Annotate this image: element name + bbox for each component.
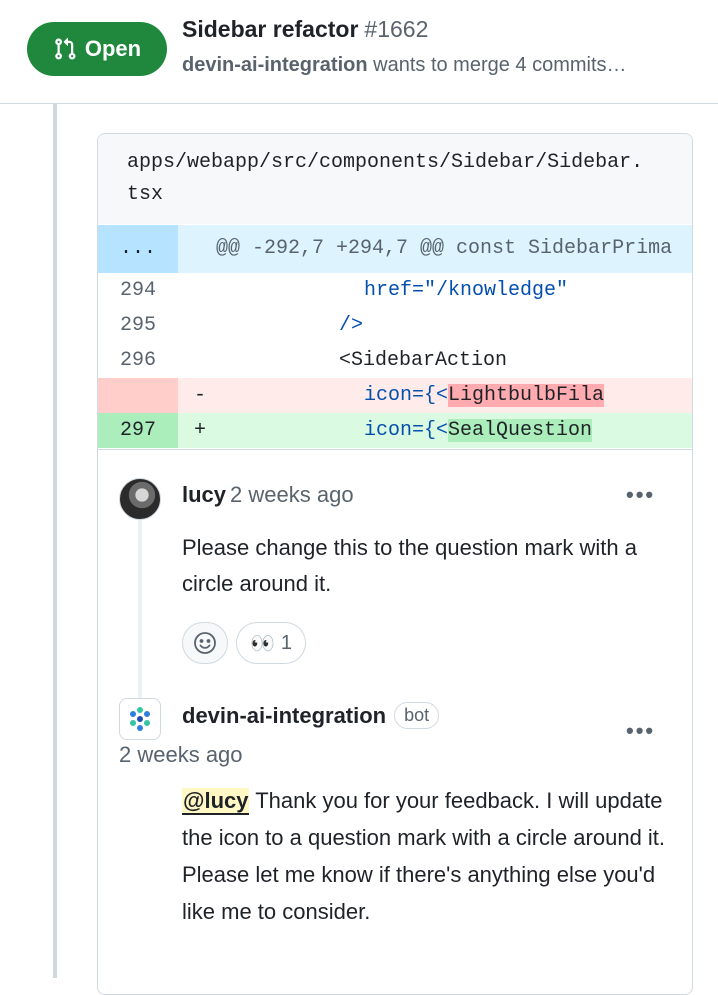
code-prefix: icon={< xyxy=(364,419,449,442)
eyes-reaction-button[interactable]: 👀 1 xyxy=(236,622,306,664)
diff-code: <SidebarAction xyxy=(218,343,507,378)
comment-body: Please change this to the question mark … xyxy=(182,535,637,596)
pr-title-text: Sidebar refactor xyxy=(182,16,359,42)
diff-line: 295 /> xyxy=(98,308,692,343)
file-path-link[interactable]: apps/webapp/src/components/Sidebar/Sideb… xyxy=(127,147,647,211)
diff-view: ... @@ -292,7 +294,7 @@ const SidebarPri… xyxy=(98,225,692,448)
pr-number: #1662 xyxy=(364,16,429,42)
code-prefix: icon={< xyxy=(364,384,449,407)
deleted-highlight: LightbulbFila xyxy=(448,384,605,407)
comment-body: @lucy Thank you for your feedback. I wil… xyxy=(182,782,672,930)
user-mention-link[interactable]: @lucy xyxy=(182,788,250,815)
diff-line: 296 <SidebarAction xyxy=(98,343,692,378)
review-comment-card: apps/webapp/src/components/Sidebar/Sideb… xyxy=(97,133,693,995)
deletion-sign: - xyxy=(194,384,207,407)
line-number[interactable]: 294 xyxy=(98,273,178,308)
status-label: Open xyxy=(84,36,142,61)
diff-line: 294 href="/knowledge" xyxy=(98,273,692,308)
git-pull-request-icon xyxy=(55,37,76,60)
status-badge-open: Open xyxy=(27,22,167,76)
add-reaction-button[interactable] xyxy=(182,622,228,664)
pr-meta-text: wants to merge 4 commits… xyxy=(373,54,627,76)
comment-thread: lucy 2 weeks ago ••• Please change this t… xyxy=(98,449,692,924)
bot-badge: bot xyxy=(394,702,440,729)
added-highlight: SealQuestion xyxy=(448,419,593,442)
file-path-header: apps/webapp/src/components/Sidebar/Sideb… xyxy=(98,134,692,224)
pr-author-link[interactable]: devin-ai-integration xyxy=(182,54,368,76)
diff-code: icon={<SealQuestion xyxy=(218,413,593,448)
avatar[interactable] xyxy=(119,698,161,740)
expand-hunk-button[interactable]: ... xyxy=(98,225,178,273)
line-number[interactable]: 295 xyxy=(98,308,178,343)
more-options-icon[interactable]: ••• xyxy=(626,718,655,744)
more-options-icon[interactable]: ••• xyxy=(626,482,655,508)
code-text: href="/knowledge" xyxy=(364,279,569,302)
code-text: <SidebarAction xyxy=(339,349,508,372)
line-number[interactable]: 296 xyxy=(98,343,178,378)
code-text: /> xyxy=(339,314,364,337)
smiley-icon xyxy=(194,632,216,654)
reaction-count: 1 xyxy=(280,631,293,654)
eyes-emoji-icon: 👀 xyxy=(249,632,275,655)
hunk-header-row: ... @@ -292,7 +294,7 @@ const SidebarPri… xyxy=(98,225,692,273)
comment-text: Thank you for your feedback. I will upda… xyxy=(182,788,666,924)
line-number[interactable] xyxy=(98,378,178,413)
diff-code: /> xyxy=(218,308,363,343)
diff-code: href="/knowledge" xyxy=(218,273,568,308)
pr-meta: devin-ai-integration wants to merge 4 co… xyxy=(182,54,627,77)
line-number[interactable]: 297 xyxy=(98,413,178,448)
pr-title: Sidebar refactor #1662 xyxy=(182,16,428,43)
comment-timestamp[interactable]: 2 weeks ago xyxy=(230,482,354,507)
addition-sign: + xyxy=(194,419,207,442)
avatar[interactable] xyxy=(119,478,161,520)
comment-author-link[interactable]: lucy xyxy=(182,482,226,507)
devin-logo-icon xyxy=(130,707,150,731)
reactions-bar: 👀 1 xyxy=(182,622,306,664)
hunk-header: @@ -292,7 +294,7 @@ const SidebarPrima xyxy=(216,237,673,260)
diff-line-deleted: - icon={<LightbulbFila xyxy=(98,378,692,413)
comment-timestamp[interactable]: 2 weeks ago xyxy=(119,742,243,768)
timeline-line xyxy=(53,104,57,978)
diff-code: icon={<LightbulbFila xyxy=(218,378,605,413)
comment-author-link[interactable]: devin-ai-integration xyxy=(182,703,386,729)
comment-header: devin-ai-integration bot xyxy=(182,702,440,729)
pr-header: Open Sidebar refactor #1662 devin-ai-inte… xyxy=(0,0,718,104)
comment-header: lucy 2 weeks ago xyxy=(182,482,354,508)
diff-line-added: 297 + icon={<SealQuestion xyxy=(98,413,692,448)
